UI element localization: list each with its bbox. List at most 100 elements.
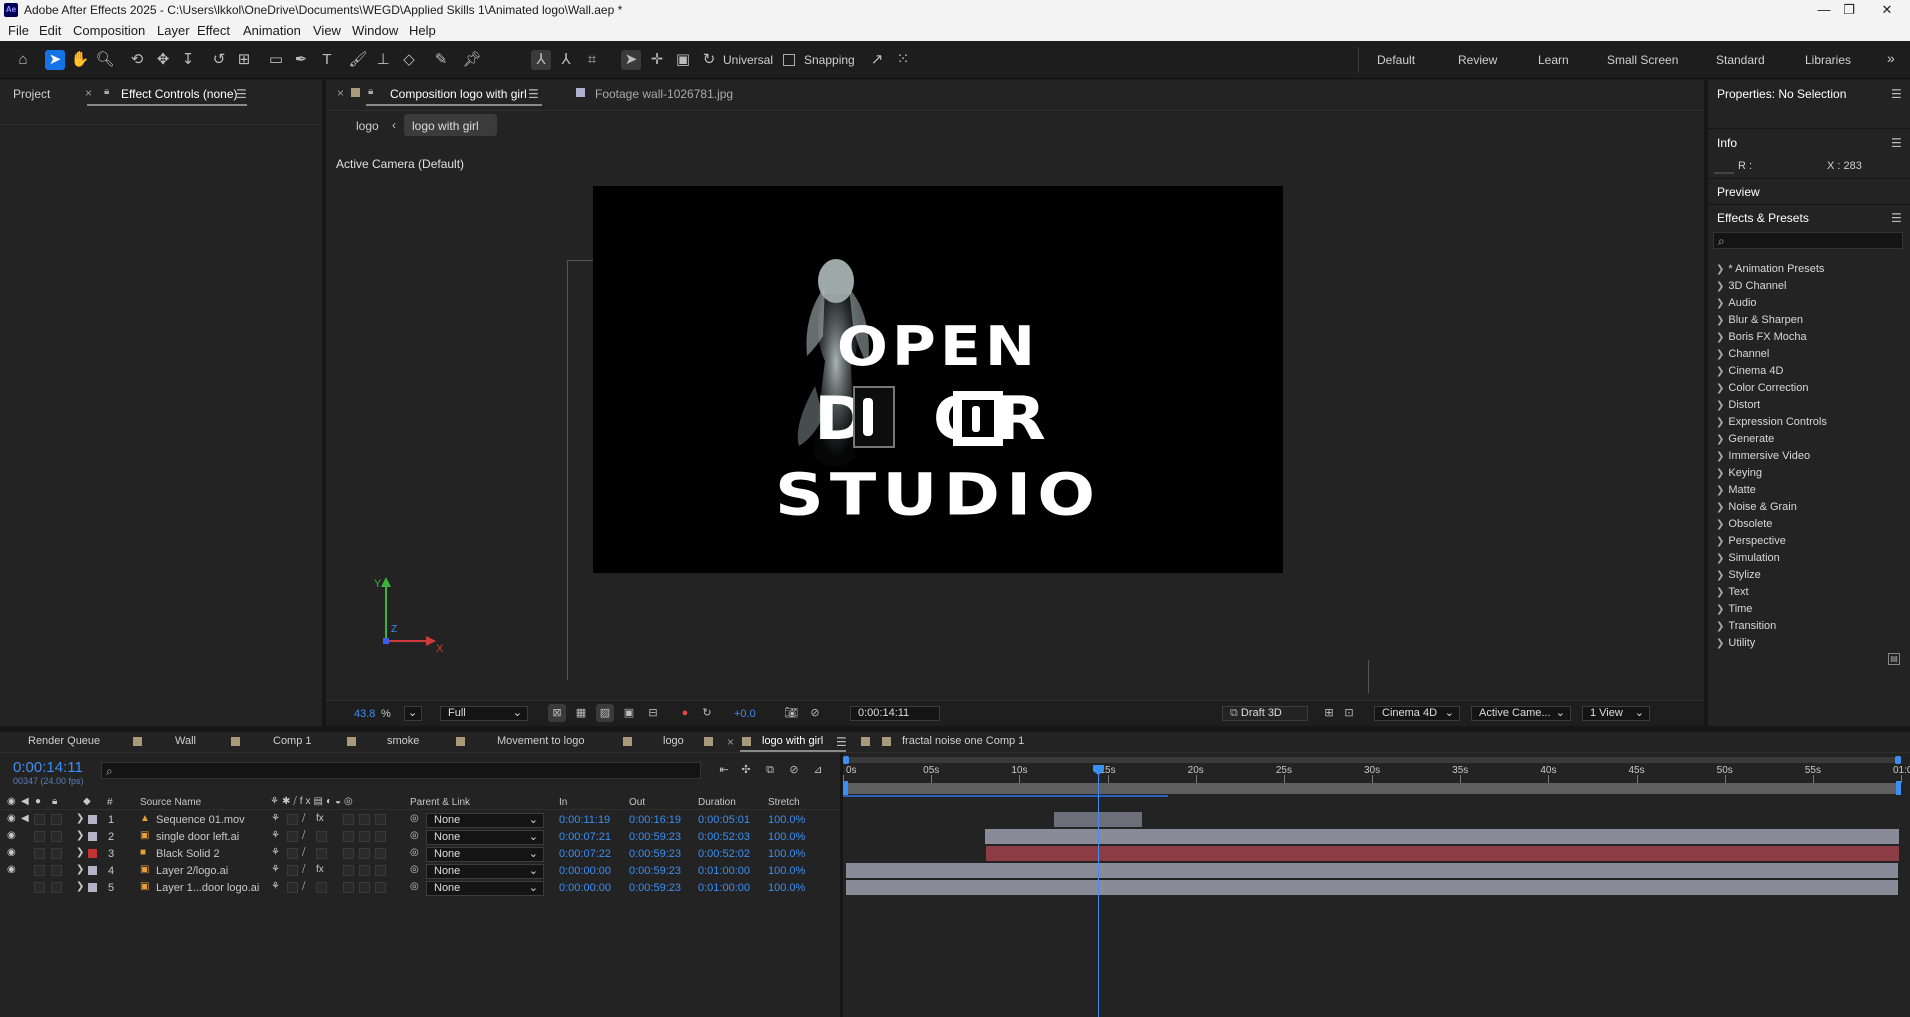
label-header-icon[interactable]: ◆ [83, 796, 91, 807]
layer-stretch[interactable]: 100.0% [768, 882, 805, 894]
work-area-bar[interactable] [843, 783, 1901, 794]
draft-3d-toggle-icon[interactable]: ✣ [738, 762, 754, 778]
motion-blur-switch[interactable] [343, 831, 354, 842]
shy-switch-icon[interactable]: ⚘ [271, 847, 280, 858]
collapse-switch[interactable] [287, 814, 298, 825]
effect-category-item[interactable]: ❯ Text [1716, 586, 1749, 598]
lock-switch[interactable] [51, 865, 62, 876]
tab-composition[interactable]: Composition logo with girl [390, 87, 527, 101]
breadcrumb-current[interactable]: logo with girl [404, 114, 497, 136]
adjustment-switch[interactable] [359, 882, 370, 893]
quality-switch-icon[interactable]: ⧸ [302, 813, 305, 824]
pick-whip-icon[interactable]: ◎ [410, 864, 419, 875]
timeline-tab[interactable]: Render Queue [28, 735, 100, 747]
effect-category-item[interactable]: ❯ 3D Channel [1716, 280, 1786, 292]
hide-shy-layers-icon[interactable]: ⧉ [762, 762, 778, 778]
effects-menu-icon[interactable]: ☰ [1891, 211, 1902, 225]
reset-exposure-icon[interactable]: ↻ [698, 704, 716, 722]
effect-category-item[interactable]: ❯ Immersive Video [1716, 450, 1810, 462]
close-button[interactable]: ✕ [1864, 0, 1910, 20]
layer-label-color[interactable] [88, 832, 97, 841]
transform-scale-icon[interactable]: ▣ [673, 50, 693, 70]
timeline-tab[interactable]: smoke [387, 735, 419, 747]
timeline-tab[interactable]: fractal noise one Comp 1 [902, 735, 1024, 747]
layer-label-color[interactable] [88, 866, 97, 875]
motion-blur-switch[interactable] [343, 865, 354, 876]
layer-out-time[interactable]: 0:00:59:23 [629, 831, 681, 843]
column-parent-link[interactable]: Parent & Link [410, 797, 470, 808]
zoom-value[interactable]: 43.8 [354, 708, 375, 720]
axis-local-icon[interactable]: ⅄ [531, 50, 551, 70]
region-of-interest-icon[interactable]: ▣ [620, 704, 638, 722]
effect-category-item[interactable]: ❯ Obsolete [1716, 518, 1772, 530]
clone-stamp-tool-icon[interactable]: ⊥ [373, 50, 393, 70]
layer-duration[interactable]: 0:00:52:02 [698, 848, 750, 860]
layer-duration[interactable]: 0:01:00:00 [698, 882, 750, 894]
timeline-tab[interactable]: logo with girl [762, 735, 823, 747]
layer-row[interactable]: ◉ ❯ 3 ■ Black Solid 2 ⚘ ⧸ ◎ None ⌄ 0:00:07:22 0:00:… [0, 846, 840, 863]
fx-switch[interactable] [316, 848, 327, 859]
close-tab-icon[interactable]: × [85, 86, 92, 100]
parent-dropdown[interactable]: None ⌄ [426, 813, 544, 828]
motion-blur-switch[interactable] [343, 814, 354, 825]
layer-duration[interactable]: 0:01:00:00 [698, 865, 750, 877]
effect-category-item[interactable]: ❯ Keying [1716, 467, 1762, 479]
solo-switch[interactable] [34, 848, 45, 859]
effect-category-item[interactable]: ❯ Stylize [1716, 569, 1761, 581]
collapse-switch[interactable] [287, 848, 298, 859]
comp-mini-flowchart-icon[interactable]: ⇤ [716, 762, 732, 778]
timeline-menu-icon[interactable]: ☰ [836, 735, 847, 749]
effect-category-item[interactable]: ❯ Simulation [1716, 552, 1780, 564]
pick-whip-icon[interactable]: ◎ [410, 830, 419, 841]
menu-layer[interactable]: Layer [157, 23, 190, 38]
transparency-grid-icon[interactable]: ▦ [572, 704, 590, 722]
breadcrumb-logo-with-girl[interactable]: logo with girl [412, 119, 479, 133]
workspace-standard[interactable]: Standard [1716, 53, 1765, 67]
menu-view[interactable]: View [313, 23, 341, 38]
layer-row[interactable]: ◉ ◀ ❯ 1 ▲ Sequence 01.mov ⚘ ⧸ fx ◎ None ⌄ 0:00:11:19… [0, 812, 840, 829]
3d-switch[interactable] [375, 831, 386, 842]
effect-category-item[interactable]: ❯ Cinema 4D [1716, 365, 1783, 377]
effect-category-item[interactable]: ❯ Time [1716, 603, 1752, 615]
layer-in-time[interactable]: 0:00:00:00 [559, 882, 611, 894]
collapse-switch[interactable] [287, 865, 298, 876]
view-layout-dropdown[interactable]: 1 View ⌄ [1582, 706, 1650, 721]
shy-switch-icon[interactable]: ⚘ [271, 864, 280, 875]
new-folder-icon[interactable]: ▤ [1888, 653, 1900, 665]
exposure-value[interactable]: +0.0 [734, 708, 756, 720]
effect-category-item[interactable]: ❯ Blur & Sharpen [1716, 314, 1803, 326]
work-area-start-handle[interactable] [843, 781, 848, 795]
layer-out-time[interactable]: 0:00:59:23 [629, 882, 681, 894]
eraser-tool-icon[interactable]: ◇ [399, 50, 419, 70]
layer-label-color[interactable] [88, 883, 97, 892]
parent-dropdown[interactable]: None ⌄ [426, 847, 544, 862]
fx-switch-icon[interactable]: fx [316, 813, 324, 824]
3d-switch[interactable] [375, 865, 386, 876]
extended-viewer-icon[interactable]: ⊡ [1340, 704, 1358, 722]
transform-rotate-icon[interactable]: ↻ [699, 50, 719, 70]
zoom-dropdown[interactable]: ⌄ [404, 706, 422, 721]
shy-switch-icon[interactable]: ⚘ [271, 813, 280, 824]
effect-category-item[interactable]: ❯ Utility [1716, 637, 1755, 649]
layer-stretch[interactable]: 100.0% [768, 831, 805, 843]
quality-switch-icon[interactable]: ⧸ [302, 864, 305, 875]
motion-blur-switch[interactable] [343, 882, 354, 893]
pan-tool-icon[interactable]: ✥ [153, 50, 173, 70]
layer-source-name[interactable]: Sequence 01.mov [156, 814, 245, 826]
layer-duration-bar[interactable] [985, 846, 1899, 861]
eye-icon[interactable]: ◉ [7, 830, 16, 841]
effects-search-input[interactable]: ⌕ [1713, 232, 1903, 249]
navigator-end-handle[interactable] [1895, 756, 1901, 764]
layer-source-name[interactable]: Layer 1...door logo.ai [156, 882, 259, 894]
eye-icon[interactable]: ◉ [7, 813, 16, 824]
fx-switch[interactable] [316, 882, 327, 893]
layer-stretch[interactable]: 100.0% [768, 814, 805, 826]
pen-tool-icon[interactable]: ✒ [291, 50, 311, 70]
speaker-icon[interactable]: ◀ [21, 813, 29, 824]
snap-options-icon[interactable]: ↗ [867, 50, 887, 70]
expand-chevron-icon[interactable]: ❯ [76, 830, 84, 841]
timeline-tab[interactable]: logo [663, 735, 684, 747]
layer-source-name[interactable]: Black Solid 2 [156, 848, 220, 860]
3d-switch[interactable] [375, 848, 386, 859]
adjustment-switch[interactable] [359, 814, 370, 825]
